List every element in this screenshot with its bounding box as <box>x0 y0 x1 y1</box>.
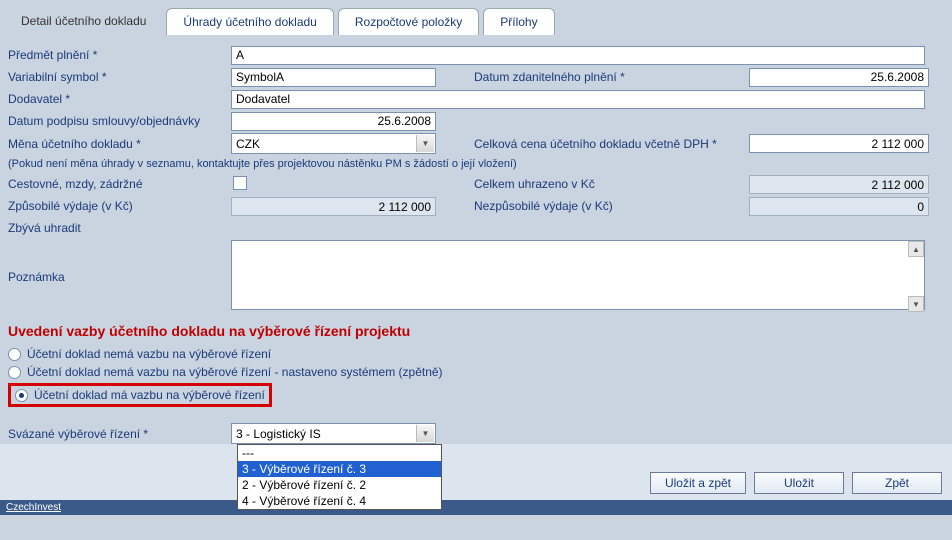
select-svazane[interactable]: 3 - Logistický IS ▼ <box>231 423 436 444</box>
input-varsym[interactable] <box>231 68 436 87</box>
label-predmet: Předmět plnění * <box>6 48 231 62</box>
section-heading-vazba: Uvedení vazby účetního dokladu na výběro… <box>6 315 946 345</box>
scroll-down-icon[interactable]: ▼ <box>908 296 924 312</box>
label-datum-podpisu: Datum podpisu smlouvy/objednávky <box>6 115 231 128</box>
scroll-up-icon[interactable]: ▲ <box>908 241 924 257</box>
tab-uhrady[interactable]: Úhrady účetního dokladu <box>166 8 333 35</box>
tab-detail[interactable]: Detail účetního dokladu <box>5 8 162 35</box>
tab-strip: Detail účetního dokladu Úhrady účetního … <box>0 0 952 35</box>
radio-1[interactable] <box>8 366 21 379</box>
input-predmet[interactable] <box>231 46 925 65</box>
radio-0[interactable] <box>8 348 21 361</box>
tab-prilohy[interactable]: Přílohy <box>483 8 554 35</box>
label-svazane: Svázané výběrové řízení * <box>6 427 231 441</box>
input-celkova-cena[interactable] <box>749 134 929 153</box>
label-zbyva: Zbývá uhradit <box>6 221 231 235</box>
radio-row-0[interactable]: Účetní doklad nemá vazbu na výběrové říz… <box>6 345 946 363</box>
value-zpusobile: 2 112 000 <box>231 197 436 216</box>
save-back-button[interactable]: Uložit a zpět <box>650 472 746 494</box>
radio-1-label: Účetní doklad nemá vazbu na výběrové říz… <box>27 365 443 379</box>
dropdown-item-2[interactable]: 2 - Výběrové řízení č. 2 <box>238 477 441 493</box>
label-nezpusobile: Nezpůsobilé výdaje (v Kč) <box>474 199 749 213</box>
radio-row-2[interactable]: Účetní doklad má vazbu na výběrové řízen… <box>6 381 946 409</box>
save-button[interactable]: Uložit <box>754 472 844 494</box>
select-mena[interactable]: CZK ▼ <box>231 133 436 154</box>
back-button[interactable]: Zpět <box>852 472 942 494</box>
label-datum-zdan: Datum zdanitelného plnění * <box>474 70 749 84</box>
label-zpusobile: Způsobilé výdaje (v Kč) <box>6 199 231 213</box>
label-poznamka: Poznámka <box>6 270 231 284</box>
select-mena-value: CZK <box>236 137 260 151</box>
highlight-box: Účetní doklad má vazbu na výběrové řízen… <box>8 383 272 407</box>
value-nezpusobile: 0 <box>749 197 929 216</box>
label-celkova-cena: Celková cena účetního dokladu včetně DPH… <box>474 137 749 151</box>
footer-brand[interactable]: CzechInvest <box>0 500 952 515</box>
radio-row-1[interactable]: Účetní doklad nemá vazbu na výběrové říz… <box>6 363 946 381</box>
radio-0-label: Účetní doklad nemá vazbu na výběrové říz… <box>27 347 271 361</box>
select-svazane-value: 3 - Logistický IS <box>236 427 321 441</box>
form-area: Předmět plnění * Variabilní symbol * Dat… <box>0 35 952 444</box>
note-mena: (Pokud není měna úhrady v seznamu, konta… <box>6 156 946 174</box>
dropdown-item-1[interactable]: 3 - Výběrové řízení č. 3 <box>238 461 441 477</box>
label-cestovne: Cestovné, mzdy, zádržné <box>6 177 231 191</box>
dropdown-item-3[interactable]: 4 - Výběrové řízení č. 4 <box>238 493 441 509</box>
label-dodavatel: Dodavatel * <box>6 92 231 106</box>
radio-2[interactable] <box>15 389 28 402</box>
input-datum-podpisu[interactable] <box>231 112 436 131</box>
chevron-down-icon: ▼ <box>416 135 434 152</box>
chevron-down-icon: ▼ <box>416 425 434 442</box>
radio-2-label: Účetní doklad má vazbu na výběrové řízen… <box>34 388 265 402</box>
textarea-wrap: ▲ ▼ <box>231 240 925 313</box>
input-datum-zdan[interactable] <box>749 68 929 87</box>
input-dodavatel[interactable] <box>231 90 925 109</box>
button-bar: Uložit a zpět Uložit Zpět <box>0 444 952 500</box>
dropdown-list-svazane: --- 3 - Výběrové řízení č. 3 2 - Výběrov… <box>237 444 442 510</box>
checkbox-cestovne[interactable] <box>233 176 247 190</box>
label-celkem-uhr: Celkem uhrazeno v Kč <box>474 177 749 191</box>
label-varsym: Variabilní symbol * <box>6 70 231 84</box>
tab-rozpoctove[interactable]: Rozpočtové položky <box>338 8 479 35</box>
dropdown-item-0[interactable]: --- <box>238 445 441 461</box>
label-mena: Měna účetního dokladu * <box>6 137 231 151</box>
textarea-poznamka[interactable] <box>231 240 925 310</box>
value-celkem-uhr: 2 112 000 <box>749 175 929 194</box>
